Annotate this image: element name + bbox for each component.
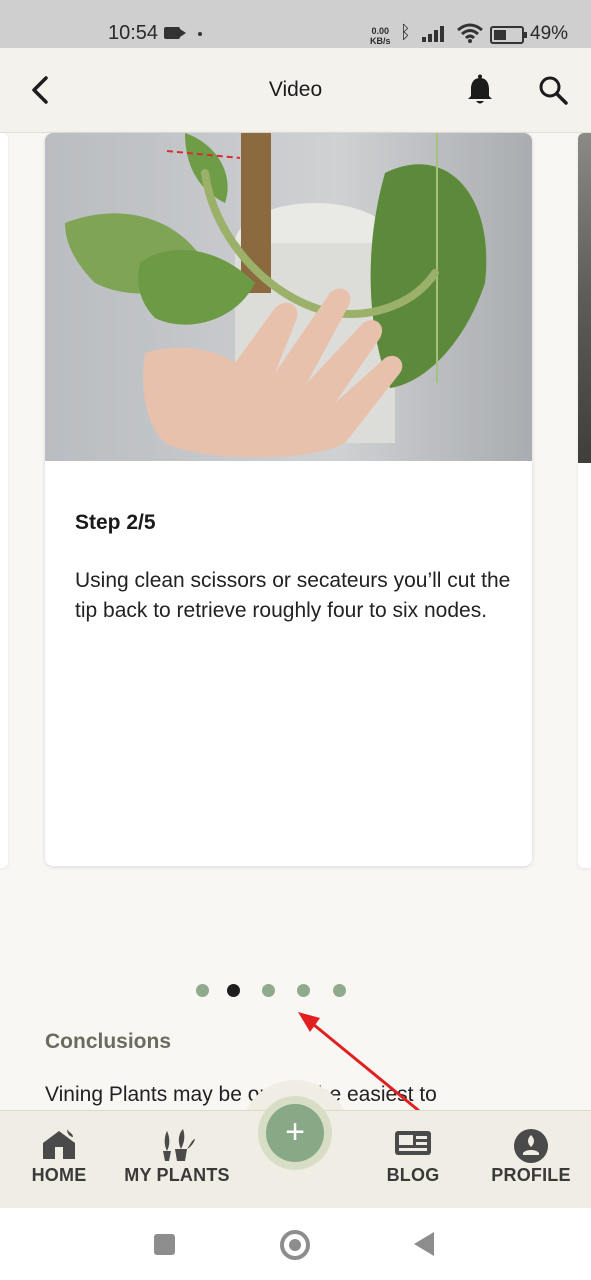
battery-icon (490, 26, 527, 44)
system-back-icon[interactable] (414, 1232, 434, 1256)
app-header: Video (0, 48, 591, 133)
nav-home-label: HOME (31, 1165, 87, 1185)
section-heading: Conclusions (45, 1030, 172, 1053)
notification-dot-icon (198, 32, 202, 36)
recent-apps-icon[interactable] (154, 1234, 175, 1255)
page-title: Video (268, 78, 323, 101)
home-icon (43, 1129, 75, 1159)
page-dot-2-active[interactable] (227, 984, 240, 997)
plants-icon (163, 1129, 195, 1161)
step-photo (45, 133, 532, 461)
step-content: Step 2/5 Using clean scissors or secateu… (45, 461, 532, 866)
video-camera-icon (164, 27, 186, 39)
status-bar: 10:54 0.00 KB/s ᛒ 49% (0, 0, 591, 48)
add-fab-symbol: + (266, 1104, 324, 1162)
bluetooth-icon: ᛒ (400, 22, 411, 42)
blog-icon (395, 1131, 431, 1155)
next-step-card[interactable] (578, 133, 591, 868)
profile-icon (514, 1129, 548, 1163)
bell-icon[interactable] (462, 72, 498, 108)
nav-blog[interactable]: BLOG (376, 1111, 450, 1209)
nav-home[interactable]: HOME (20, 1111, 98, 1209)
search-icon[interactable] (535, 72, 571, 108)
page-dot-3[interactable] (262, 984, 275, 997)
page-dot-1[interactable] (196, 984, 209, 997)
network-speed-value: 0.00 (371, 26, 390, 36)
step-label: Step 2/5 (75, 511, 156, 534)
previous-step-card[interactable] (0, 133, 8, 868)
carousel-pagination (0, 984, 591, 998)
step-carousel[interactable]: Step 2/5 Using clean scissors or secateu… (0, 133, 591, 873)
nav-profile-label: PROFILE (491, 1165, 571, 1185)
network-speed: 0.00 KB/s (370, 26, 391, 46)
nav-my-plants[interactable]: MY PLANTS (120, 1111, 234, 1209)
page-dot-5[interactable] (333, 984, 346, 997)
step-card[interactable]: Step 2/5 Using clean scissors or secateu… (45, 133, 532, 866)
page-dot-4[interactable] (297, 984, 310, 997)
signal-icon (422, 26, 444, 42)
nav-profile[interactable]: PROFILE (486, 1111, 576, 1209)
battery-percent: 49% (530, 23, 569, 44)
wifi-icon (457, 23, 483, 43)
system-navigation-bar (0, 1208, 591, 1280)
nav-my-plants-label: MY PLANTS (124, 1165, 230, 1185)
nav-blog-label: BLOG (386, 1165, 440, 1185)
network-speed-unit: KB/s (370, 36, 391, 46)
step-description: Using clean scissors or secateurs you’ll… (75, 569, 511, 622)
home-button-icon[interactable] (280, 1230, 310, 1260)
status-time: 10:54 (108, 22, 159, 44)
add-plant-button[interactable]: + (258, 1096, 332, 1170)
